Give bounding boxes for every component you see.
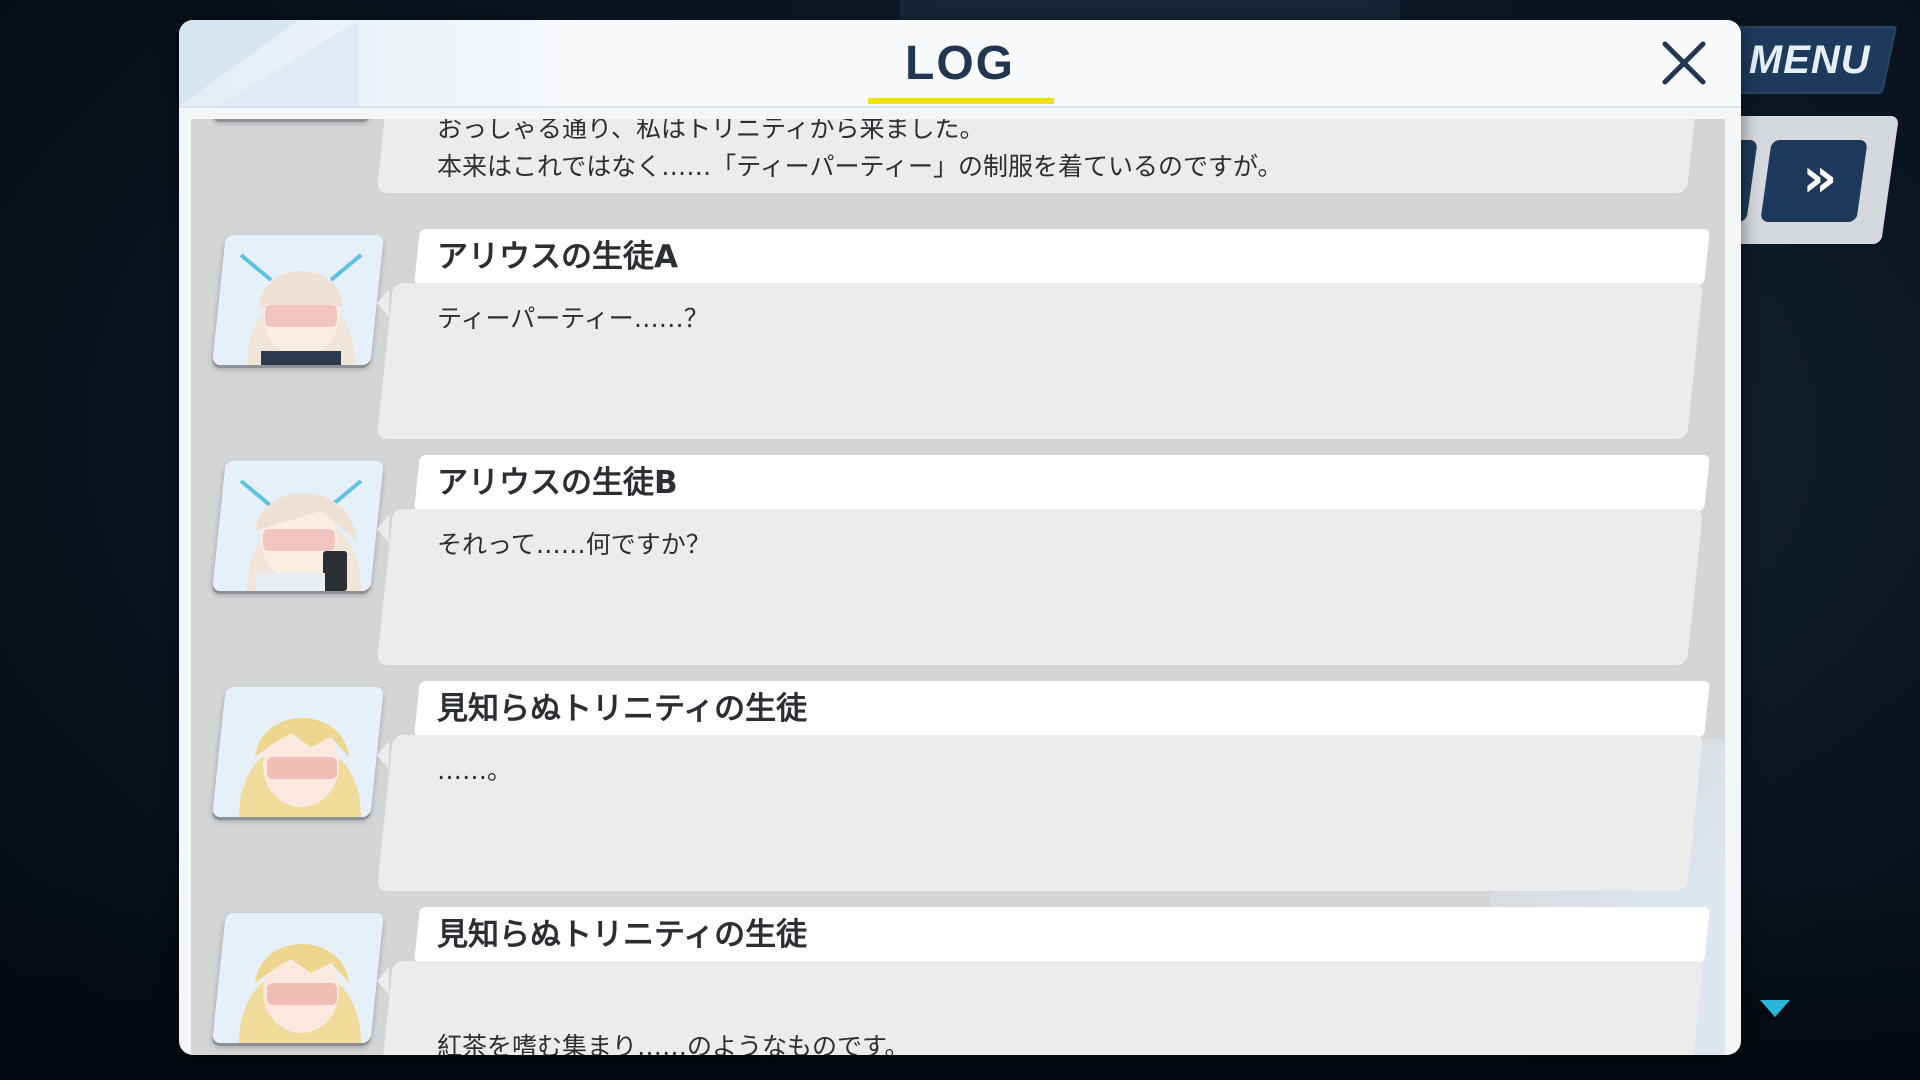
speaker-name: 見知らぬトリニティの生徒 [437,691,808,727]
log-entry: 見知らぬトリニティの生徒 紅茶を嗜む集まり……のようなものです。 [191,907,1725,1055]
log-header: LOG [179,20,1741,108]
speech-pointer [377,289,389,317]
menu-label: MENU [1749,37,1871,82]
log-entry: 見知らぬトリニティの生徒 ……。 [191,681,1725,891]
avatar [212,461,384,591]
dialogue-box [376,735,1704,891]
avatar [212,687,384,817]
close-button[interactable] [1657,36,1711,90]
close-icon [1662,41,1706,85]
dialogue-line: それって……何ですか？ [437,530,711,559]
speech-pointer [377,515,389,543]
dialogue-line: 紅茶を嗜む集まり……のようなものです。 [437,1032,910,1055]
log-title: LOG [905,37,1015,90]
dialogue-line: ……。 [437,756,513,785]
title-underline [868,98,1054,104]
avatar [212,913,384,1043]
fast-forward-icon: » [1801,146,1827,209]
skip-button[interactable]: » [1760,140,1868,222]
speaker-name: 見知らぬトリニティの生徒 [437,917,808,953]
dialogue-line: ティーパーティー……？ [437,304,709,333]
speaker-name: アリウスの生徒B [437,465,678,501]
speaker-name: アリウスの生徒A [437,239,678,275]
dialogue-line: 本来はこれではなく……「ティーパーティー」の制服を着ているのですが。 [437,152,1283,181]
avatar [212,235,384,365]
log-entry: アリウスの生徒A ティーパーティー……？ [191,229,1725,439]
scroll-down-icon[interactable] [1760,1000,1790,1017]
log-modal: LOG おっしゃる通り、私はトリニティから来ました。 本来はこれではなく……「テ… [179,20,1741,1055]
log-entry: アリウスの生徒B それって……何ですか？ [191,455,1725,665]
log-list[interactable]: おっしゃる通り、私はトリニティから来ました。 本来はこれではなく……「ティーパー… [191,119,1725,1055]
speech-pointer [377,967,389,995]
speech-pointer [377,741,389,769]
dialogue-line: おっしゃる通り、私はトリニティから来ました。 [437,119,985,143]
log-entry: おっしゃる通り、私はトリニティから来ました。 本来はこれではなく……「ティーパー… [191,119,1725,193]
menu-button[interactable]: MENU [1722,26,1898,94]
